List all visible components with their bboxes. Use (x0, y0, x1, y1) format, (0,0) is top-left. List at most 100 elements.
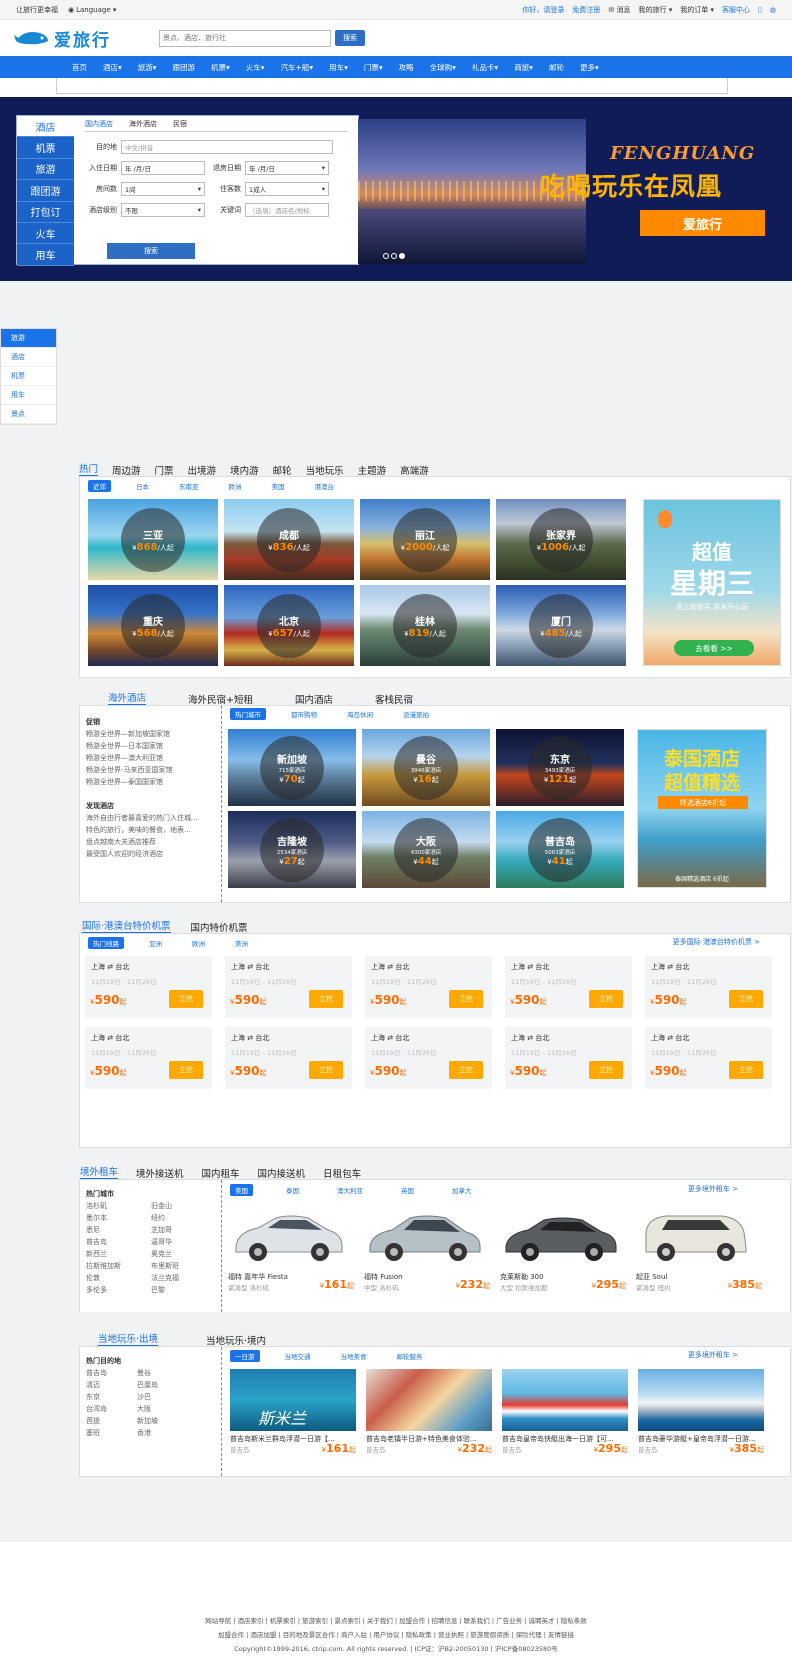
my-travel-menu[interactable]: 我的旅行 ▾ (639, 5, 673, 15)
destination-link[interactable]: 清迈 (86, 1379, 107, 1391)
register-link[interactable]: 免费注册 (572, 5, 600, 15)
dest-field[interactable]: 中文/拼音 (121, 139, 333, 154)
pill-america[interactable]: 美洲 (230, 937, 253, 949)
city-link[interactable]: 多伦多 (86, 1284, 121, 1296)
pill-australia[interactable]: 澳大利亚 (332, 1184, 368, 1196)
checkout-field[interactable]: 年 /月/日 ▾ (245, 160, 329, 175)
tab-overseas-homestay[interactable]: 海外民宿+短租 (188, 692, 253, 706)
pill-cruise-service[interactable]: 邮轮服务 (392, 1350, 428, 1362)
side-nav-flight[interactable]: 机票 (1, 367, 56, 386)
tab-luxury[interactable]: 高端游 (400, 463, 429, 477)
grab-button[interactable]: 立抢 (169, 1061, 203, 1079)
tab-tickets[interactable]: 门票 (155, 463, 174, 477)
nav-item-guides[interactable]: 攻略 (391, 62, 422, 73)
pill-canada[interactable]: 加拿大 (447, 1184, 477, 1196)
pill-hot-cities[interactable]: 热门城市 (230, 708, 266, 720)
nav-item-business[interactable]: 商旅▾ (506, 62, 541, 73)
tab-nearby[interactable]: 周边游 (112, 463, 141, 477)
destination-link[interactable]: 香港 (137, 1427, 158, 1439)
tab-intl-flights[interactable]: 国际·港澳台特价机票 (82, 918, 171, 934)
messages-link[interactable]: ✉ 消息 (608, 5, 630, 15)
promo-link[interactable]: 畅游全世界—澳大利亚馆 (86, 752, 220, 764)
pill-local-food[interactable]: 当地美食 (336, 1350, 372, 1362)
destination-link[interactable]: 塞班 (86, 1427, 107, 1439)
more-link[interactable]: 更多境外租车 > (688, 1350, 738, 1360)
pill-romantic[interactable]: 浪漫旅拍 (398, 708, 434, 720)
hotel-city-card[interactable]: 大阪 4300家酒店 ¥44起 (362, 811, 490, 888)
tab-theme[interactable]: 主题游 (358, 463, 387, 477)
tab-overseas-hotel[interactable]: 海外酒店 (108, 690, 147, 706)
nav-item-group-tour[interactable]: 跟团游 (165, 62, 204, 73)
wednesday-promo-ad[interactable]: 超值 星期三 周三超值买 周末开心玩 去看看 >> (643, 499, 781, 666)
mobile-icon[interactable]: ▯ (758, 6, 762, 14)
side-nav-attraction[interactable]: 景点 (1, 405, 56, 424)
subtab-homestay[interactable]: 民宿 (173, 119, 187, 129)
banner-brand-button[interactable]: 爱旅行 (640, 210, 765, 236)
carousel-dot[interactable] (383, 253, 389, 259)
nav-item-car[interactable]: 用车▾ (321, 62, 356, 73)
city-link[interactable]: 悉尼 (86, 1224, 121, 1236)
activity-card[interactable]: 普吉岛皇帝岛快艇出海一日游【可... 普吉岛 ¥295起 (502, 1369, 628, 1474)
pill-thailand[interactable]: 泰国 (281, 1184, 304, 1196)
pill-uk[interactable]: 英国 (396, 1184, 419, 1196)
tab-local-fun[interactable]: 当地玩乐 (306, 463, 344, 477)
hotel-city-card[interactable]: 普吉岛 5063家酒店 ¥41起 (496, 811, 624, 888)
booking-tab-train[interactable]: 火车 (17, 223, 74, 245)
destination-link[interactable]: 新加坡 (137, 1415, 158, 1427)
car-card[interactable]: 克莱斯勒 300 大型 拉斯维加斯 ¥295起 (500, 1206, 626, 1306)
discover-link[interactable]: 特色的旅行，美味的餐食，地表... (86, 824, 220, 836)
booking-tab-travel[interactable]: 旅游 (17, 159, 74, 181)
nav-item-tickets[interactable]: 门票▾ (356, 62, 391, 73)
booking-tab-package[interactable]: 打包订 (17, 202, 74, 223)
city-link[interactable]: 纽约 (151, 1212, 179, 1224)
booking-tab-group[interactable]: 跟团游 (17, 180, 74, 202)
more-flights-link[interactable]: 更多国际·港澳台特价机票 > (673, 937, 760, 947)
promo-link[interactable]: 畅游全世界-马来西亚国家馆 (86, 764, 220, 776)
nav-item-travel[interactable]: 旅游▾ (130, 62, 165, 73)
car-card[interactable]: 福特 嘉年华 Fiesta 紧凑型 洛杉矶 ¥161起 (228, 1206, 354, 1306)
hotel-search-button[interactable]: 搜索 (107, 243, 195, 259)
nav-item-cruise[interactable]: 邮轮 (541, 62, 572, 73)
nav-item-train[interactable]: 火车▾ (238, 62, 273, 73)
carousel-dot[interactable] (391, 253, 397, 259)
subtab-domestic-hotel[interactable]: 国内酒店 (85, 119, 113, 129)
pill-japan[interactable]: 日本 (131, 480, 154, 492)
destination-link[interactable]: 曼谷 (137, 1367, 158, 1379)
tab-overseas-transfer[interactable]: 境外接送机 (136, 1166, 184, 1180)
side-nav-hotel[interactable]: 酒店 (1, 348, 56, 367)
pill-local-transport[interactable]: 当地交通 (280, 1350, 316, 1362)
activity-card[interactable]: 普吉岛豪华游艇+皇帝岛浮潜一日游... 普吉岛 ¥385起 (638, 1369, 764, 1474)
side-nav-car[interactable]: 用车 (1, 386, 56, 405)
pill-usa[interactable]: 美国 (230, 1184, 253, 1196)
discover-link[interactable]: 最受国人欢迎的经济酒店 (86, 848, 220, 860)
side-nav-travel[interactable]: 旅游 (1, 329, 56, 348)
pill-hk-mo-tw[interactable]: 港澳台 (310, 480, 340, 492)
promo-link[interactable]: 畅游全世界—日本国家馆 (86, 740, 220, 752)
pill-europe[interactable]: 欧洲 (187, 937, 210, 949)
destination-card[interactable]: 张家界 ¥1006/人起 (496, 499, 626, 580)
flight-deal-card[interactable]: 上海 ⇄ 台北 11月19日 - 11月26日 ¥590起 立抢 (225, 1027, 352, 1089)
destination-link[interactable]: 沙巴 (137, 1391, 158, 1403)
pill-europe[interactable]: 欧洲 (224, 480, 247, 492)
hotel-city-card[interactable]: 吉隆坡 2534家酒店 ¥27起 (228, 811, 356, 888)
checkin-field[interactable]: 年 /月/日 (121, 160, 205, 175)
tab-overseas-rental[interactable]: 境外租车 (80, 1164, 119, 1180)
subtab-overseas-hotel[interactable]: 海外酒店 (129, 119, 157, 129)
tab-local-domestic[interactable]: 当地玩乐·境内 (206, 1333, 266, 1347)
nav-item-hotel[interactable]: 酒店▾ (95, 62, 130, 73)
city-link[interactable]: 新西兰 (86, 1248, 121, 1260)
tab-domestic-flights[interactable]: 国内特价机票 (191, 920, 248, 934)
tab-domestic[interactable]: 境内游 (230, 463, 259, 477)
grab-button[interactable]: 立抢 (309, 990, 343, 1008)
grab-button[interactable]: 立抢 (169, 990, 203, 1008)
search-input[interactable] (159, 29, 331, 47)
guests-select[interactable]: 1成人 ▾ (245, 181, 329, 196)
nav-item-flight[interactable]: 机票▾ (203, 62, 238, 73)
flight-deal-card[interactable]: 上海 ⇄ 台北 11月19日 - 11月26日 ¥590起 立抢 (225, 956, 352, 1018)
city-link[interactable]: 墨尔本 (86, 1212, 121, 1224)
destination-link[interactable]: 东京 (86, 1391, 107, 1403)
destination-link[interactable]: 普吉岛 (86, 1367, 107, 1379)
more-car-rental-link[interactable]: 更多境外租车 > (688, 1184, 738, 1194)
city-link[interactable]: 洛杉矶 (86, 1200, 121, 1212)
search-button[interactable]: 搜索 (335, 30, 365, 46)
